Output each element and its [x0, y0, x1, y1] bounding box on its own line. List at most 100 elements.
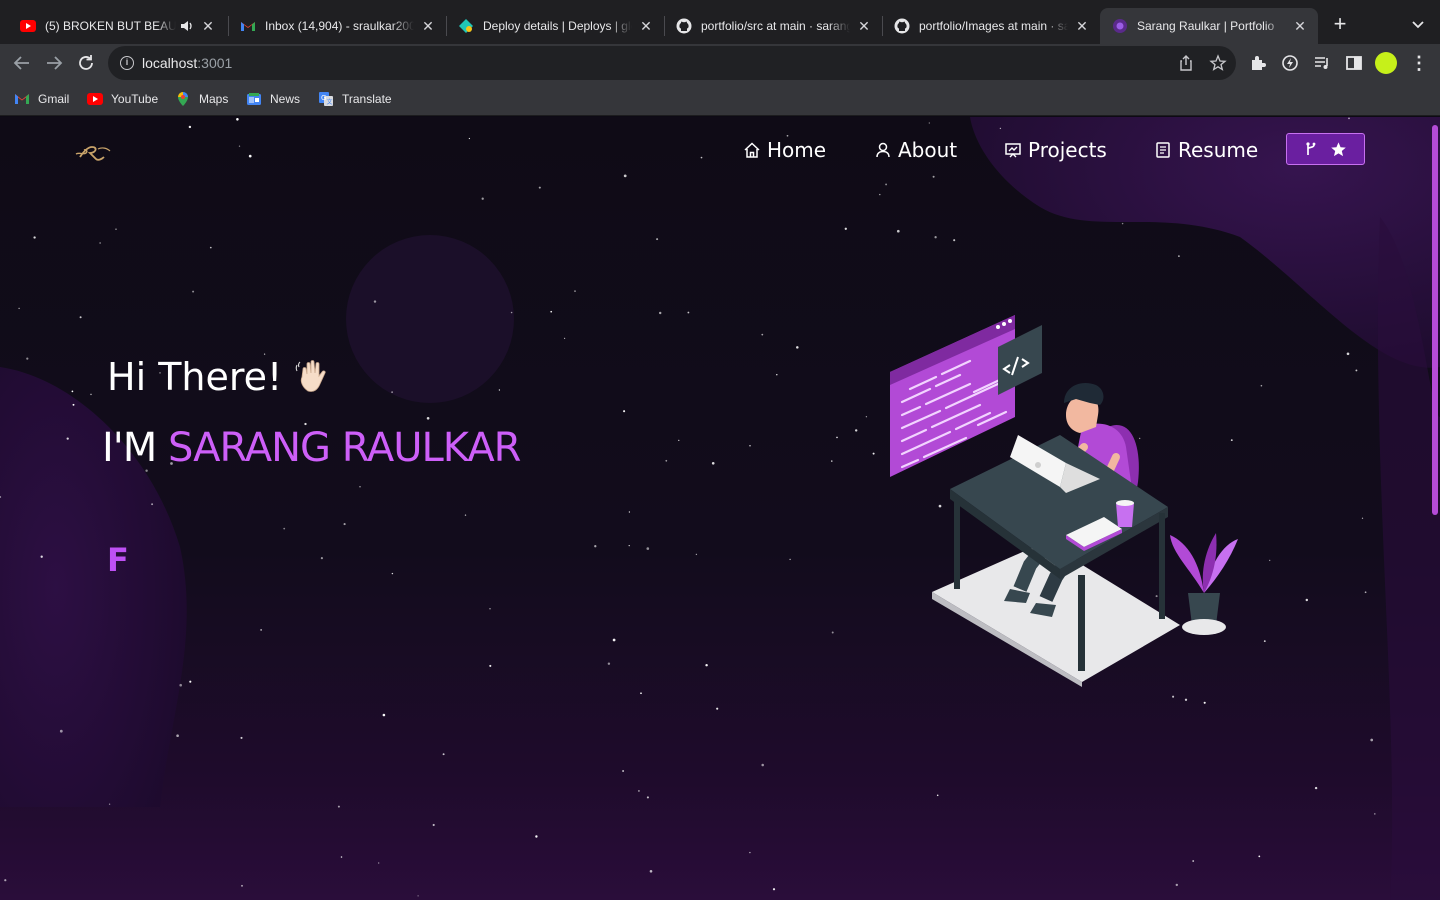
close-tab-icon[interactable]: ✕: [420, 18, 436, 34]
star-dot: [468, 137, 471, 140]
star-dot: [594, 545, 597, 548]
star-dot: [934, 236, 937, 239]
star-dot: [209, 246, 212, 249]
site-logo[interactable]: [74, 141, 114, 163]
nav-label: About: [898, 138, 958, 162]
star-dot: [72, 403, 75, 406]
star-dot: [637, 789, 640, 792]
news-icon: [247, 93, 261, 105]
github-fork-button[interactable]: [1286, 133, 1365, 165]
bookmark-maps[interactable]: Maps: [175, 90, 228, 108]
arrow-right-icon: [47, 56, 63, 70]
close-tab-icon[interactable]: ✕: [200, 18, 216, 34]
star-dot: [79, 316, 82, 319]
tab-portfolio[interactable]: Sarang Raulkar | Portfolio ✕: [1100, 8, 1318, 44]
bookmark-youtube[interactable]: YouTube: [87, 90, 158, 108]
star-dot: [538, 186, 541, 189]
star-dot: [498, 389, 501, 391]
star-dot: [378, 862, 380, 864]
nav-label: Projects: [1028, 138, 1107, 162]
tab-strip: (5) BROKEN BUT BEAUTIFUL ✕ Inbox (14,904…: [0, 0, 1440, 44]
forward-button[interactable]: [43, 52, 65, 74]
star-dot: [391, 391, 393, 393]
star-dot: [1178, 255, 1180, 257]
star-dot: [896, 229, 900, 233]
reload-button[interactable]: [75, 52, 97, 74]
extensions-icon[interactable]: [1248, 53, 1268, 73]
address-bar[interactable]: i localhost:3001: [108, 46, 1236, 80]
star-dot: [18, 307, 20, 310]
browser-menu-icon[interactable]: ⋮: [1410, 53, 1428, 73]
tab-title: Inbox (14,904) - sraulkar2000@gmail.com: [265, 19, 414, 33]
bookmark-gmail[interactable]: Gmail: [14, 90, 69, 108]
hero-greeting: Hi There!: [107, 355, 334, 399]
star-dot: [1184, 698, 1188, 701]
site-info-icon[interactable]: i: [120, 56, 134, 70]
bookmarks-bar: Gmail YouTube Maps News G文 Translate: [0, 82, 1440, 116]
translate-icon: G文: [319, 92, 333, 106]
bookmark-translate[interactable]: G文 Translate: [318, 90, 392, 108]
star-dot: [932, 175, 935, 178]
star-dot: [1121, 222, 1124, 225]
intro-prefix: I'M: [102, 425, 169, 471]
tab-search-button[interactable]: [1408, 14, 1428, 34]
developer-at-desk-illustration: [890, 315, 1238, 687]
star-dot: [1355, 369, 1358, 372]
star-dot: [789, 558, 791, 561]
performance-icon[interactable]: [1280, 53, 1300, 73]
tab-github-images[interactable]: portfolio/Images at main · sarangraulkar…: [882, 8, 1100, 44]
star-dot: [442, 753, 445, 756]
star-dot: [489, 664, 492, 667]
star-dot: [535, 835, 538, 838]
chevron-down-icon: [1412, 21, 1424, 29]
netlify-icon: [458, 18, 474, 34]
bookmark-star-icon[interactable]: [1209, 54, 1227, 72]
star-dot: [953, 239, 956, 242]
star-dot: [1346, 352, 1350, 356]
star-dot: [240, 736, 243, 739]
tab-youtube[interactable]: (5) BROKEN BUT BEAUTIFUL ✕: [8, 8, 226, 44]
nav-resume[interactable]: Resume: [1154, 137, 1258, 163]
star-dot: [640, 692, 642, 695]
new-tab-button[interactable]: +: [1330, 13, 1350, 35]
media-control-icon[interactable]: [1312, 53, 1332, 73]
bookmark-news[interactable]: News: [246, 90, 300, 108]
profile-avatar[interactable]: [1375, 52, 1397, 74]
close-tab-icon[interactable]: ✕: [1074, 18, 1090, 34]
tab-title: Deploy details | Deploys | gleaming: [483, 19, 632, 33]
hero-name: SARANG RAULKAR: [168, 425, 521, 471]
star-dot: [71, 390, 74, 393]
tab-gmail[interactable]: Inbox (14,904) - sraulkar2000@gmail.com …: [228, 8, 446, 44]
star-dot: [176, 734, 179, 738]
star-dot: [749, 445, 751, 447]
share-icon[interactable]: [1177, 54, 1195, 72]
speaker-icon[interactable]: [180, 19, 194, 33]
star-dot: [189, 680, 192, 683]
side-panel-icon[interactable]: [1344, 53, 1364, 73]
url-text[interactable]: localhost:3001: [142, 55, 232, 71]
close-tab-icon[interactable]: ✕: [638, 18, 654, 34]
nav-projects[interactable]: Projects: [1004, 137, 1107, 163]
star-dot: [26, 357, 29, 360]
star-dot: [238, 145, 241, 147]
star-dot: [836, 436, 838, 439]
close-tab-icon[interactable]: ✕: [1292, 18, 1308, 34]
star-dot: [236, 118, 239, 121]
nav-about[interactable]: About: [874, 137, 957, 163]
star-dot: [343, 523, 346, 526]
star-dot: [340, 856, 343, 858]
star-dot: [1361, 517, 1364, 519]
star-dot: [772, 888, 776, 891]
star-dot: [885, 183, 888, 186]
tab-github-src[interactable]: portfolio/src at main · sarangraulkar ✕: [664, 8, 882, 44]
star-dot: [320, 557, 323, 560]
scrollbar-thumb[interactable]: [1432, 125, 1438, 515]
star-dot: [574, 290, 576, 293]
tab-netlify[interactable]: Deploy details | Deploys | gleaming ✕: [446, 8, 664, 44]
star-dot: [481, 197, 484, 200]
close-tab-icon[interactable]: ✕: [856, 18, 872, 34]
nav-home[interactable]: Home: [743, 137, 826, 163]
star-dot: [241, 884, 243, 887]
star-dot: [192, 290, 195, 293]
back-button[interactable]: [11, 52, 33, 74]
